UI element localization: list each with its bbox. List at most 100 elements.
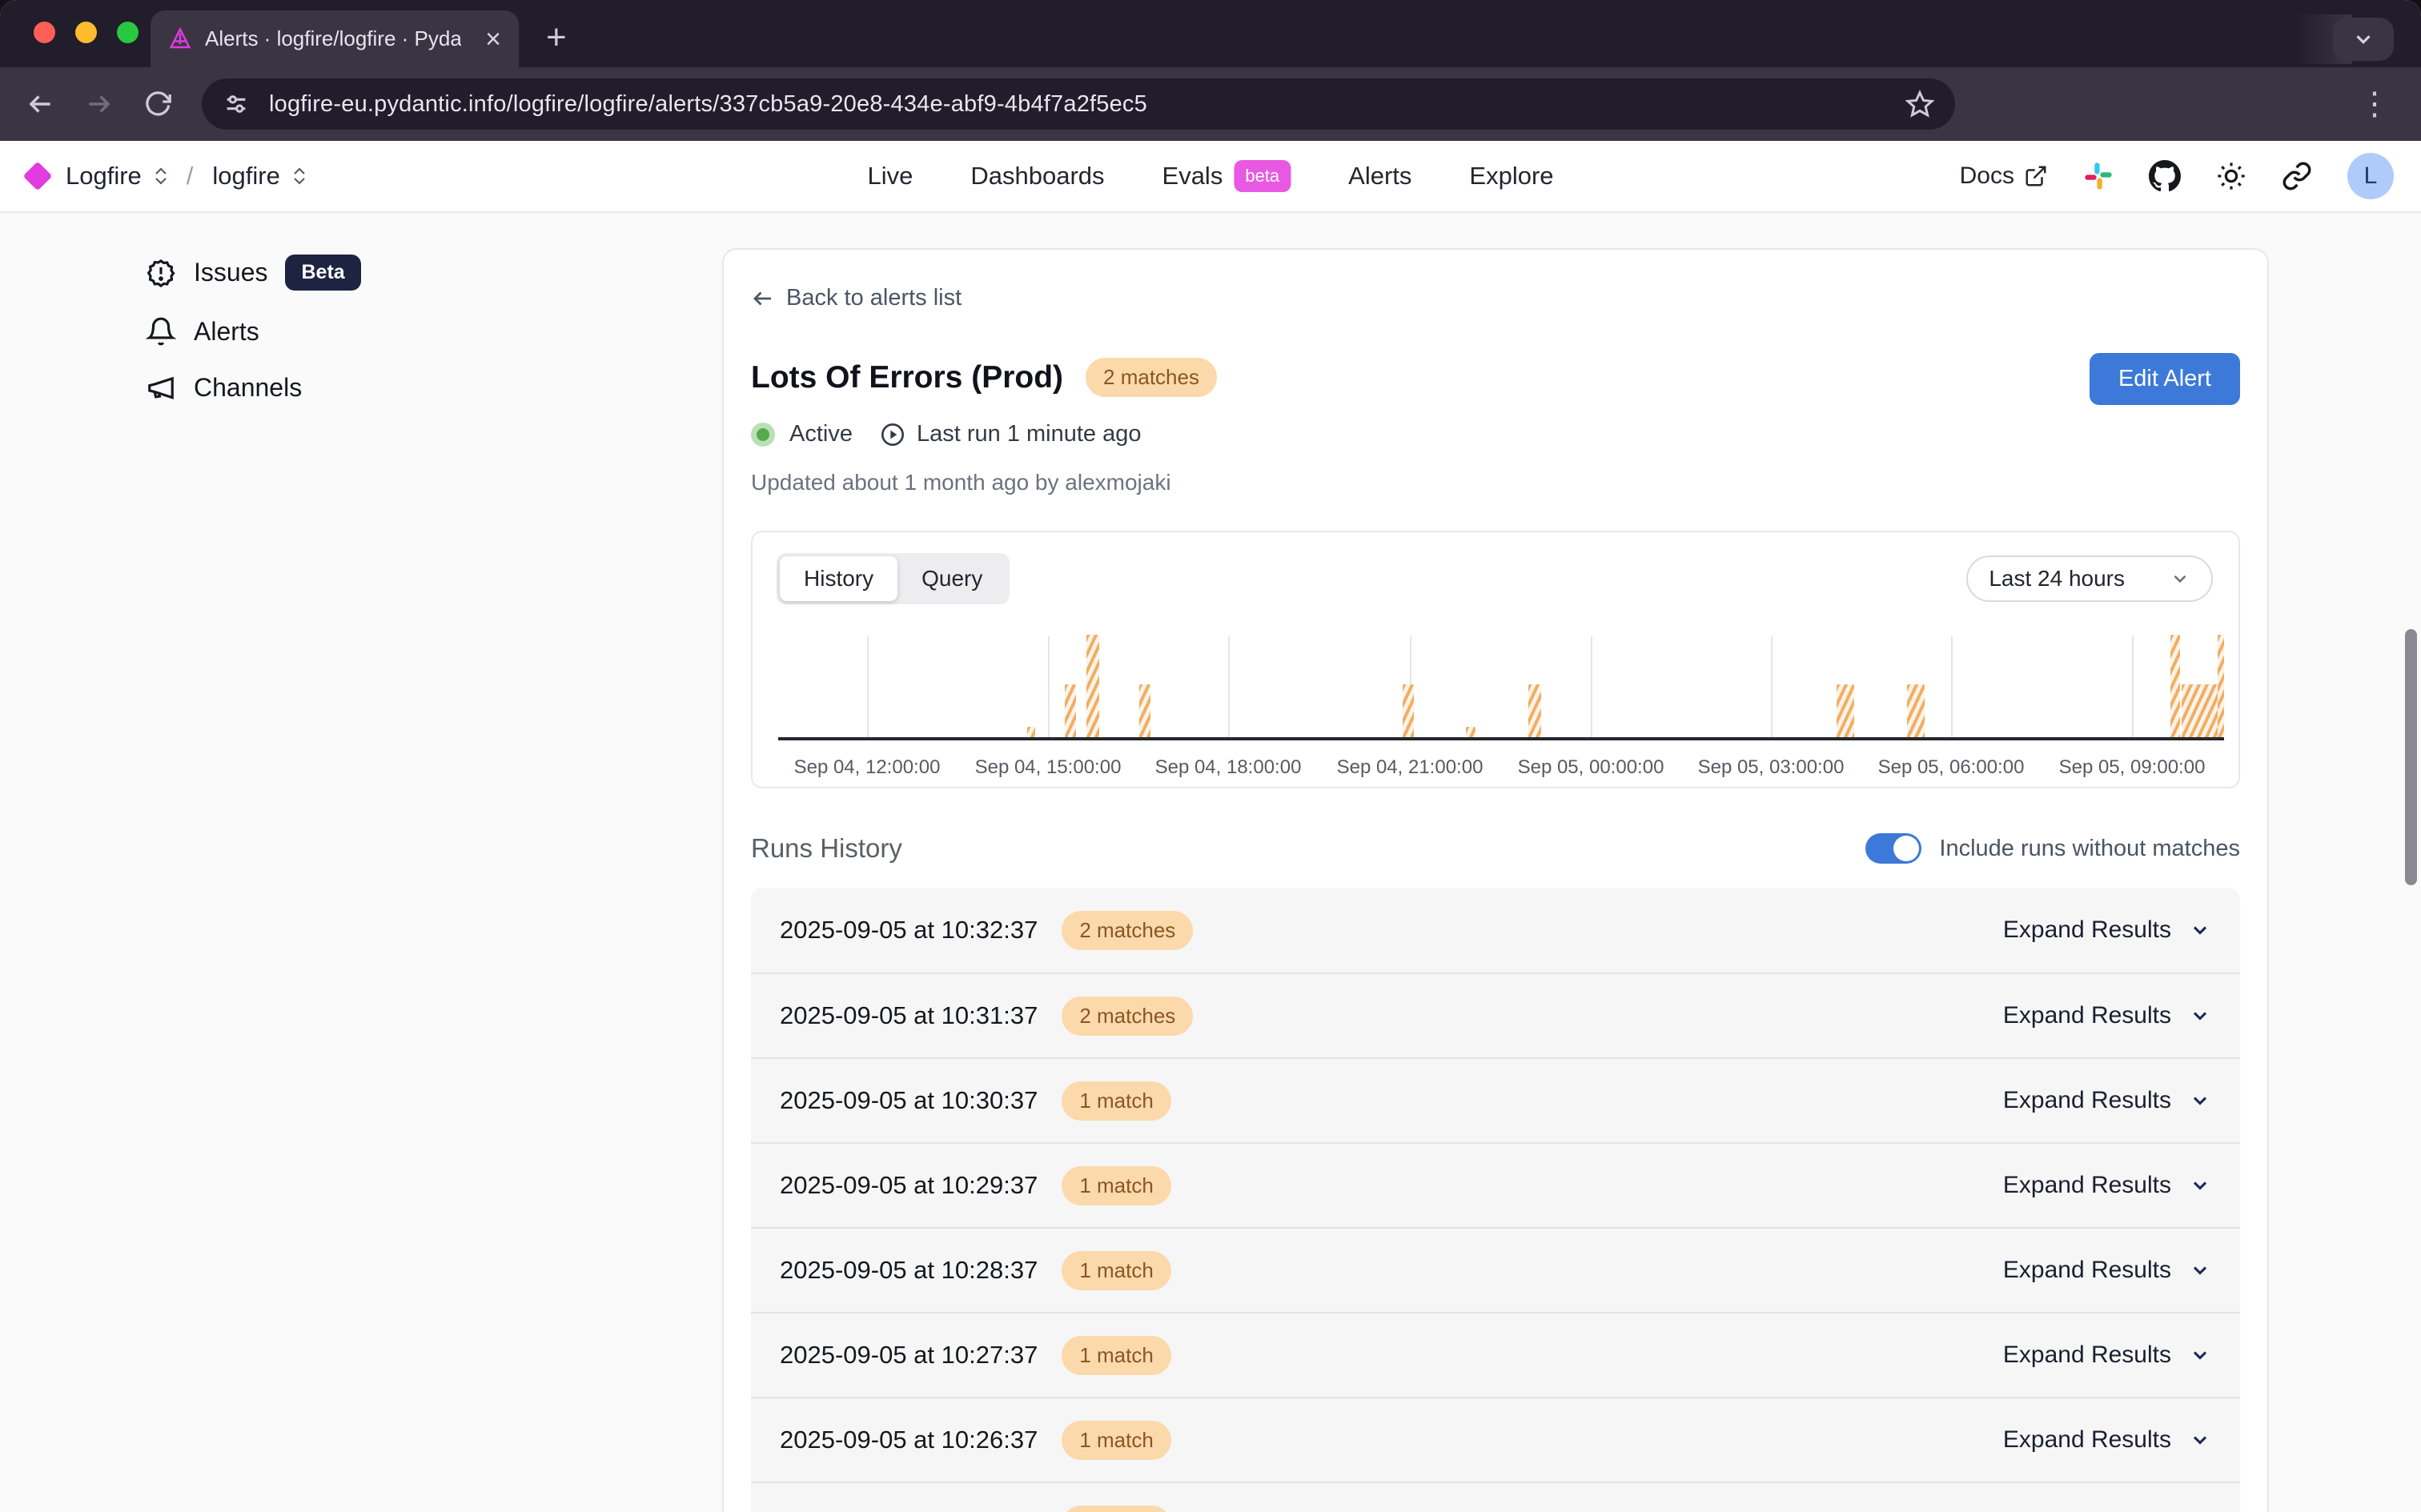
updated-by-label: Updated about 1 month ago by alexmojaki	[751, 470, 2240, 495]
user-avatar[interactable]: L	[2347, 153, 2394, 199]
logfire-logo-icon	[23, 162, 53, 191]
include-runs-toggle[interactable]	[1865, 833, 1921, 864]
status-active-icon	[751, 423, 775, 447]
minimize-window-button[interactable]	[75, 22, 97, 43]
alert-matches-badge: 2 matches	[1086, 358, 1217, 397]
expand-results-button[interactable]: Expand Results	[2003, 916, 2211, 944]
run-timestamp: 2025-09-05 at 10:28:37	[780, 1256, 1038, 1285]
expand-results-button[interactable]: Expand Results	[2003, 1002, 2211, 1029]
alert-detail-card: Back to alerts list Lots Of Errors (Prod…	[722, 248, 2269, 1512]
run-row: 2025-09-05 at 10:28:37 1 match Expand Re…	[751, 1227, 2240, 1312]
edit-alert-button[interactable]: Edit Alert	[2090, 353, 2240, 405]
back-to-alerts-link[interactable]: Back to alerts list	[751, 285, 2240, 311]
new-tab-button[interactable]: +	[546, 18, 567, 58]
tab-history[interactable]: History	[780, 556, 897, 601]
org-name[interactable]: Logfire	[66, 162, 142, 191]
expand-results-button[interactable]: Expand Results	[2003, 1426, 2211, 1454]
tab-query[interactable]: Query	[897, 556, 1006, 601]
tab-close-icon[interactable]: ×	[485, 26, 501, 53]
project-name[interactable]: logfire	[212, 162, 279, 191]
chart-x-tick-label: Sep 05, 06:00:00	[1878, 756, 2025, 779]
expand-results-button[interactable]: Expand Results	[2003, 1087, 2211, 1114]
org-switcher-icon[interactable]	[155, 167, 167, 185]
chart-bar	[1403, 684, 1414, 737]
nav-dashboards[interactable]: Dashboards	[970, 162, 1104, 191]
run-row: 2025-09-05 at 10:25:37 1 match Expand Re…	[751, 1482, 2240, 1512]
run-row: 2025-09-05 at 10:27:37 1 match Expand Re…	[751, 1312, 2240, 1397]
bookmark-star-icon[interactable]	[1905, 90, 1934, 118]
run-row: 2025-09-05 at 10:30:37 1 match Expand Re…	[751, 1057, 2240, 1142]
expand-results-button[interactable]: Expand Results	[2003, 1172, 2211, 1199]
zoom-window-button[interactable]	[117, 22, 139, 43]
chart-gridline	[1951, 636, 1953, 737]
sidebar-item-issues[interactable]: Issues Beta	[146, 255, 361, 291]
chart-x-tick-label: Sep 04, 21:00:00	[1337, 756, 1484, 779]
chart-bar	[1907, 684, 1925, 737]
main-nav: Live Dashboards Evals beta Alerts Explor…	[867, 160, 1553, 192]
arrow-left-icon	[751, 287, 775, 311]
chart-x-tick-label: Sep 05, 00:00:00	[1518, 756, 1664, 779]
breadcrumb-separator: /	[187, 162, 194, 191]
issues-beta-badge: Beta	[285, 255, 360, 291]
time-range-select[interactable]: Last 24 hours	[1966, 555, 2213, 602]
chart-gridline	[1591, 636, 1592, 737]
run-row: 2025-09-05 at 10:31:37 2 matches Expand …	[751, 973, 2240, 1057]
chart-x-tick-label: Sep 04, 18:00:00	[1155, 756, 1302, 779]
run-row: 2025-09-05 at 10:26:37 1 match Expand Re…	[751, 1397, 2240, 1482]
chart-bar	[1065, 684, 1076, 737]
share-link-icon[interactable]	[2282, 161, 2312, 191]
browser-window: Alerts · logfire/logfire · Pydant × +	[0, 0, 2421, 1512]
run-timestamp: 2025-09-05 at 10:26:37	[780, 1426, 1038, 1454]
page-scrollbar-thumb[interactable]	[2405, 629, 2417, 885]
nav-live[interactable]: Live	[867, 162, 913, 191]
chart-axis: Sep 04, 12:00:00Sep 04, 15:00:00Sep 04, …	[778, 750, 2224, 790]
expand-results-button[interactable]: Expand Results	[2003, 1257, 2211, 1284]
chart-bar	[1466, 727, 1475, 737]
chart-bar	[2218, 635, 2224, 737]
runs-list: 2025-09-05 at 10:32:37 2 matches Expand …	[751, 888, 2240, 1512]
nav-alerts[interactable]: Alerts	[1348, 162, 1411, 191]
back-icon[interactable]	[24, 88, 56, 120]
run-matches-badge: 1 match	[1062, 1251, 1171, 1290]
run-matches-badge: 2 matches	[1062, 911, 1193, 950]
run-timestamp: 2025-09-05 at 10:29:37	[780, 1171, 1038, 1200]
forward-icon[interactable]	[83, 88, 115, 120]
browser-menu-icon[interactable]: ⋮	[2359, 86, 2397, 122]
bell-icon	[146, 316, 176, 347]
chart-gridline	[2132, 636, 2134, 737]
github-icon[interactable]	[2149, 160, 2181, 192]
nav-evals[interactable]: Evals beta	[1162, 160, 1291, 192]
slack-icon[interactable]	[2083, 161, 2114, 191]
run-matches-badge: 2 matches	[1062, 997, 1193, 1036]
expand-results-button[interactable]: Expand Results	[2003, 1342, 2211, 1369]
page-content: Issues Beta Alerts Channels	[0, 213, 2421, 1512]
chart-plot	[778, 636, 2224, 740]
window-controls	[34, 22, 139, 43]
sidebar-item-alerts[interactable]: Alerts	[146, 316, 361, 347]
chart-bar	[1086, 635, 1099, 737]
breadcrumb: Logfire / logfire	[0, 162, 306, 191]
nav-explore[interactable]: Explore	[1469, 162, 1553, 191]
browser-tab[interactable]: Alerts · logfire/logfire · Pydant ×	[151, 10, 519, 67]
sidebar-item-channels[interactable]: Channels	[146, 372, 361, 403]
runs-history-heading: Runs History	[751, 833, 902, 864]
docs-link[interactable]: Docs	[1960, 162, 2048, 190]
close-window-button[interactable]	[34, 22, 55, 43]
chart-gridline	[1771, 636, 1773, 737]
run-matches-badge: 1 match	[1062, 1336, 1171, 1375]
run-timestamp: 2025-09-05 at 10:31:37	[780, 1001, 1038, 1030]
url-bar[interactable]: logfire-eu.pydantic.info/logfire/logfire…	[202, 78, 1955, 130]
tab-search-button[interactable]	[2333, 18, 2394, 61]
status-label: Active	[789, 421, 853, 447]
browser-toolbar: logfire-eu.pydantic.info/logfire/logfire…	[0, 67, 2421, 141]
url-text[interactable]: logfire-eu.pydantic.info/logfire/logfire…	[269, 91, 1886, 118]
site-settings-icon[interactable]	[223, 90, 250, 118]
chart-bar	[1139, 684, 1150, 737]
project-switcher-icon[interactable]	[293, 167, 306, 185]
reload-icon[interactable]	[143, 88, 175, 120]
chevron-down-icon	[2170, 568, 2190, 589]
megaphone-icon	[146, 372, 176, 403]
run-matches-badge: 1 match	[1062, 1081, 1171, 1121]
theme-toggle-icon[interactable]	[2216, 161, 2246, 191]
header-actions: Docs L	[1960, 153, 2394, 199]
